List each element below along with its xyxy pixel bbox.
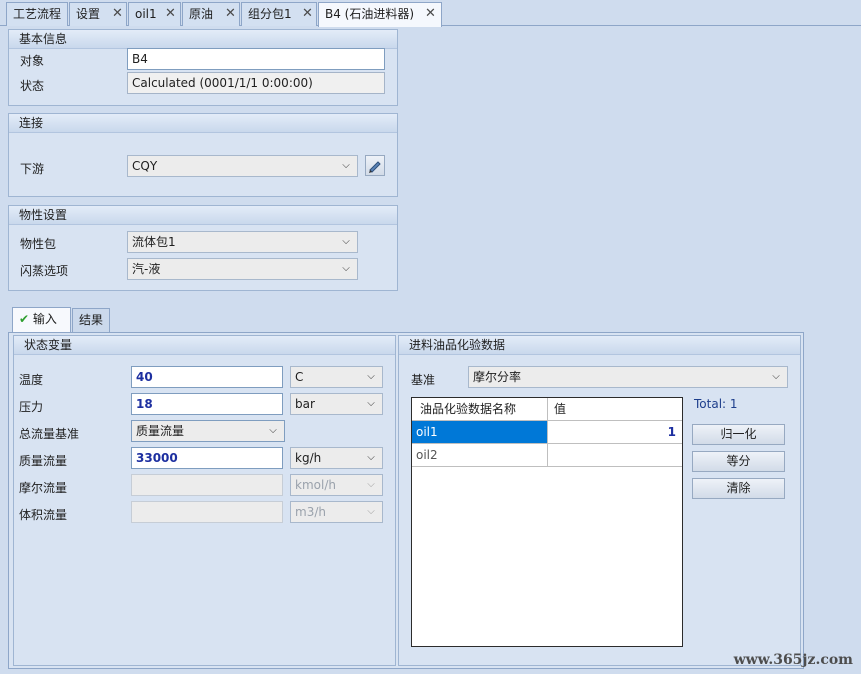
molar-flow-unit-select: kmol/h ⌵ bbox=[290, 474, 383, 496]
chevron-down-icon: ⌵ bbox=[772, 371, 780, 382]
selected-value: 流体包1 bbox=[132, 235, 176, 249]
tab-process-flow[interactable]: 工艺流程 bbox=[6, 2, 68, 26]
selected-value: C bbox=[295, 370, 304, 384]
tab-label: 原油 bbox=[189, 7, 214, 21]
connection-group: 连接 下游 CQY ⌵ bbox=[8, 113, 398, 197]
tab-label: 组分包1 bbox=[248, 7, 292, 21]
basic-info-group: 基本信息 对象 B4 状态 Calculated (0001/1/1 0:00:… bbox=[8, 29, 398, 106]
molar-flow-label: 摩尔流量 bbox=[19, 481, 68, 495]
tab-label: oil1 bbox=[135, 7, 157, 21]
check-icon: ✔ bbox=[19, 312, 30, 326]
tab-label: 工艺流程 bbox=[13, 7, 62, 21]
close-icon[interactable]: ✕ bbox=[225, 3, 236, 25]
chevron-down-icon: ⌵ bbox=[269, 425, 277, 436]
object-field[interactable]: B4 bbox=[127, 48, 385, 70]
volume-flow-input bbox=[131, 501, 283, 523]
mass-flow-label: 质量流量 bbox=[19, 454, 68, 468]
volume-flow-label: 体积流量 bbox=[19, 508, 68, 522]
close-icon[interactable]: ✕ bbox=[112, 3, 123, 25]
clear-button[interactable]: 清除 bbox=[692, 478, 785, 499]
assay-data-group: 进料油品化验数据 基准 摩尔分率 ⌵ 油品化验数据名称 值 oil1 1 oil2… bbox=[398, 335, 801, 666]
tab-label: 结果 bbox=[79, 313, 104, 327]
tab-b4-petroleum-feeder[interactable]: B4 (石油进料器) ✕ bbox=[318, 2, 442, 27]
chevron-down-icon: ⌵ bbox=[367, 371, 375, 382]
flow-basis-select[interactable]: 质量流量 ⌵ bbox=[131, 420, 285, 442]
group-header: 物性设置 bbox=[9, 206, 397, 225]
document-tab-strip: 工艺流程 设置 ✕ oil1 ✕ 原油 ✕ 组分包1 ✕ B4 (石油进料器) ✕ bbox=[0, 0, 861, 27]
mass-flow-input[interactable]: 33000 bbox=[131, 447, 283, 469]
tab-crude[interactable]: 原油 ✕ bbox=[182, 2, 240, 26]
tab-input[interactable]: ✔ 输入 bbox=[12, 307, 71, 332]
selected-value: 汽-液 bbox=[132, 262, 161, 276]
flash-option-select[interactable]: 汽-液 ⌵ bbox=[127, 258, 358, 280]
group-header: 状态变量 bbox=[14, 336, 395, 355]
tab-label: B4 (石油进料器) bbox=[325, 7, 415, 21]
selected-value: m3/h bbox=[295, 505, 326, 519]
volume-flow-unit-select: m3/h ⌵ bbox=[290, 501, 383, 523]
normalize-button[interactable]: 归一化 bbox=[692, 424, 785, 445]
mass-flow-unit-select[interactable]: kg/h ⌵ bbox=[290, 447, 383, 469]
group-header: 进料油品化验数据 bbox=[399, 336, 800, 355]
status-label: 状态 bbox=[20, 79, 45, 93]
cell-oil2-name[interactable]: oil2 bbox=[412, 444, 548, 467]
chevron-down-icon: ⌵ bbox=[367, 452, 375, 463]
package-label: 物性包 bbox=[20, 237, 57, 251]
pressure-unit-select[interactable]: bar ⌵ bbox=[290, 393, 383, 415]
temperature-unit-select[interactable]: C ⌵ bbox=[290, 366, 383, 388]
selected-value: kg/h bbox=[295, 451, 322, 465]
chevron-down-icon: ⌵ bbox=[367, 398, 375, 409]
tab-component-package[interactable]: 组分包1 ✕ bbox=[241, 2, 317, 26]
tab-label: 输入 bbox=[32, 312, 57, 326]
pressure-input[interactable]: 18 bbox=[131, 393, 283, 415]
cell-oil2-value[interactable] bbox=[548, 444, 682, 467]
cell-oil1-name[interactable]: oil1 bbox=[412, 421, 548, 444]
temperature-input[interactable]: 40 bbox=[131, 366, 283, 388]
group-header: 基本信息 bbox=[9, 30, 397, 49]
close-icon[interactable]: ✕ bbox=[425, 3, 436, 25]
chevron-down-icon: ⌵ bbox=[342, 263, 350, 274]
state-variables-group: 状态变量 温度 40 C ⌵ 压力 18 bar ⌵ 总流量基准 质量流量 ⌵ 质量流… bbox=[13, 335, 396, 666]
close-icon[interactable]: ✕ bbox=[302, 3, 313, 25]
tab-label: 设置 bbox=[76, 7, 101, 21]
basis-label: 基准 bbox=[411, 373, 436, 387]
cell-oil1-value[interactable]: 1 bbox=[548, 421, 682, 444]
chevron-down-icon: ⌵ bbox=[342, 160, 350, 171]
total-text: Total: 1 bbox=[694, 397, 738, 411]
column-header-value[interactable]: 值 bbox=[548, 398, 682, 421]
equal-split-button[interactable]: 等分 bbox=[692, 451, 785, 472]
tab-settings[interactable]: 设置 ✕ bbox=[69, 2, 127, 26]
status-field: Calculated (0001/1/1 0:00:00) bbox=[127, 72, 385, 94]
selected-value: 摩尔分率 bbox=[473, 370, 522, 384]
close-icon[interactable]: ✕ bbox=[165, 3, 176, 25]
selected-value: bar bbox=[295, 397, 315, 411]
assay-grid[interactable]: 油品化验数据名称 值 oil1 1 oil2 bbox=[411, 397, 683, 647]
chevron-down-icon: ⌵ bbox=[342, 236, 350, 247]
flash-option-label: 闪蒸选项 bbox=[20, 264, 69, 278]
chevron-down-icon: ⌵ bbox=[367, 479, 375, 490]
pressure-label: 压力 bbox=[19, 400, 44, 414]
selected-value: 质量流量 bbox=[136, 424, 185, 438]
property-settings-group: 物性设置 物性包 流体包1 ⌵ 闪蒸选项 汽-液 ⌵ bbox=[8, 205, 398, 291]
edit-connection-button[interactable] bbox=[365, 155, 385, 176]
property-package-select[interactable]: 流体包1 ⌵ bbox=[127, 231, 358, 253]
chevron-down-icon: ⌵ bbox=[367, 506, 375, 517]
group-header: 连接 bbox=[9, 114, 397, 133]
flow-basis-label: 总流量基准 bbox=[19, 427, 80, 441]
selected-value: kmol/h bbox=[295, 478, 336, 492]
pencil-icon bbox=[369, 161, 381, 173]
downstream-label: 下游 bbox=[20, 162, 45, 176]
watermark: www.365jz.com bbox=[733, 652, 853, 668]
temperature-label: 温度 bbox=[19, 373, 44, 387]
selected-value: CQY bbox=[132, 159, 158, 173]
tab-oil1[interactable]: oil1 ✕ bbox=[128, 2, 181, 26]
object-label: 对象 bbox=[20, 54, 45, 68]
molar-flow-input bbox=[131, 474, 283, 496]
downstream-select[interactable]: CQY ⌵ bbox=[127, 155, 358, 177]
basis-select[interactable]: 摩尔分率 ⌵ bbox=[468, 366, 788, 388]
tab-results[interactable]: 结果 bbox=[72, 308, 110, 332]
column-header-name[interactable]: 油品化验数据名称 bbox=[412, 398, 548, 421]
